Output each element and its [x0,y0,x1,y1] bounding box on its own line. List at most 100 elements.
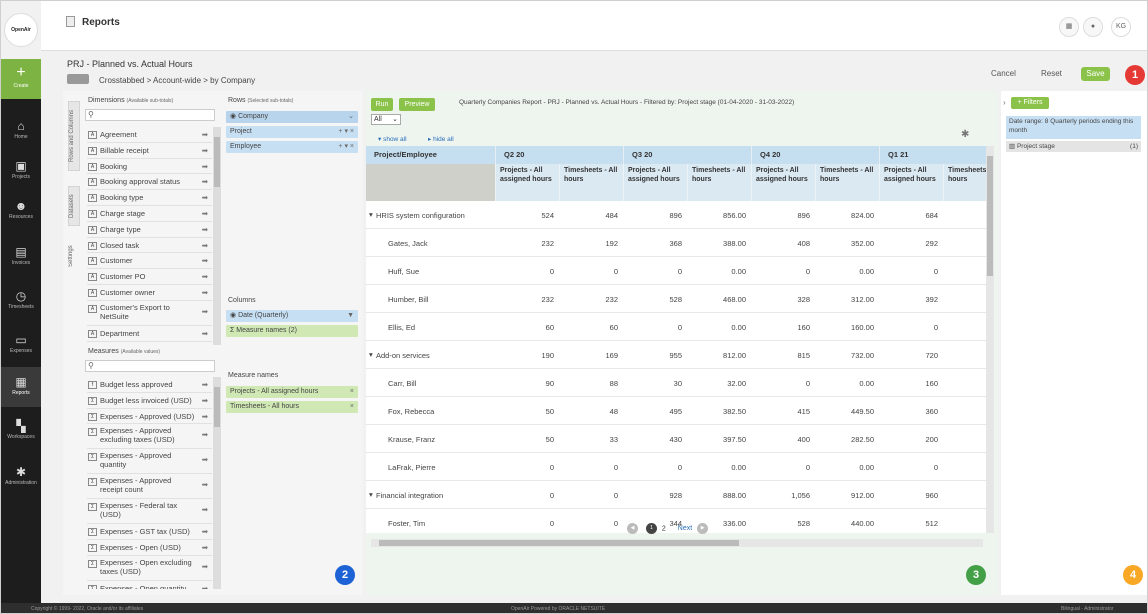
dimension-item[interactable]: A Booking type ➡ [87,190,212,206]
table-row[interactable]: Ellis, Ed 60 60 0 0.00 160 160.00 0 [366,313,986,341]
dimension-item[interactable]: A Charge stage ➡ [87,206,212,222]
dimension-item[interactable]: A Customer's Export to NetSuite ➡ [87,301,212,326]
arrow-right-icon[interactable]: ➡ [202,393,208,409]
dimension-item[interactable]: A Customer owner ➡ [87,285,212,301]
arrow-right-icon[interactable]: ➡ [202,190,208,206]
caret-down-icon[interactable]: ▾ [369,350,373,359]
arrow-right-icon[interactable]: ➡ [202,127,208,143]
row-actions-icon[interactable]: + ▾ × [338,141,354,153]
filters-button[interactable]: + Filters [1011,97,1049,109]
arrow-right-icon[interactable]: ➡ [202,206,208,222]
arrow-right-icon[interactable]: ➡ [202,307,208,316]
table-row[interactable]: Huff, Sue 0 0 0 0.00 0 0.00 0 [366,257,986,285]
reset-button[interactable]: Reset [1041,69,1062,78]
tab-settings[interactable]: Settings [68,239,80,273]
gear-icon[interactable]: ✱ [961,129,969,140]
logo[interactable]: OpenAir [1,1,41,59]
close-icon[interactable]: × [350,401,354,413]
table-row[interactable]: ▾ HRIS system configuration 524 484 896 856.… [366,201,986,229]
sidebar-item-expenses[interactable]: ▭ Expenses [1,325,41,365]
cancel-button[interactable]: Cancel [991,69,1016,78]
row-group-label[interactable]: Financial integration [376,491,443,500]
dimension-item[interactable]: A Customer PO ➡ [87,269,212,285]
column-pill-date[interactable]: ◉ Date (Quarterly) ▼ [226,310,358,322]
row-group-label[interactable]: HRIS system configuration [376,211,465,220]
dimension-item[interactable]: A Agreement ➡ [87,127,212,143]
sidebar-item-timesheets[interactable]: ◷ Timesheets [1,281,41,321]
arrow-right-icon[interactable]: ➡ [202,238,208,254]
measures-scrollbar[interactable] [213,377,221,589]
column-pill-measures[interactable]: Σ Measure names (2) [226,325,358,337]
page-2-link[interactable]: 2 [662,525,666,532]
row-pill-company[interactable]: ◉ Company ⌄ [226,111,358,123]
arrow-right-icon[interactable]: ➡ [202,540,208,556]
measure-item[interactable]: Σ Expenses - Approved quantity ➡ [87,449,212,475]
tab-datasets[interactable]: Datasets [68,186,80,226]
vertical-scrollbar[interactable] [986,146,994,533]
row-pill-employee[interactable]: Employee + ▾ × [226,141,358,153]
arrow-right-icon[interactable]: ➡ [202,430,208,439]
chevron-down-icon[interactable]: ⌄ [348,111,354,123]
arrow-right-icon[interactable]: ➡ [202,174,208,190]
table-row[interactable]: Gates, Jack 232 192 368 388.00 408 352.00 292 26 [366,229,986,257]
horizontal-scrollbar[interactable] [371,539,983,547]
arrow-right-icon[interactable]: ➡ [202,524,208,540]
preview-button[interactable]: Preview [399,98,435,111]
dimensions-search-input[interactable]: ⚲ [85,109,215,121]
run-button[interactable]: Run [371,98,393,111]
table-row[interactable]: Carr, Bill 90 88 30 32.00 0 0.00 160 16 [366,369,986,397]
page-1-button[interactable]: 1 [645,523,657,534]
arrow-right-icon[interactable]: ➡ [202,505,208,514]
dimension-item[interactable]: A Booking approval status ➡ [87,174,212,191]
sidebar-item-resources[interactable]: ☻ Resources [1,191,41,231]
chevron-right-icon[interactable]: › [1003,98,1006,107]
dimension-item[interactable]: A Charge type ➡ [87,222,212,238]
measure-item[interactable]: Σ Budget less invoiced (USD) ➡ [87,393,212,409]
measure-item[interactable]: Σ Expenses - Approved (USD) ➡ [87,409,212,425]
tab-rows-and-columns[interactable]: Rows and Columns [68,101,80,171]
create-button[interactable]: + Create [1,59,41,99]
sidebar-item-workspaces[interactable]: ▚ Workspaces [1,411,41,451]
lightbulb-icon[interactable]: ● [1083,17,1103,37]
table-row[interactable]: Humber, Bill 232 232 528 468.00 328 312.00 392 3… [366,285,986,313]
project-stage-filter[interactable]: ▥ Project stage (1) [1006,141,1141,152]
table-row[interactable]: ▾ Add-on services 190 169 955 812.00 815 732.0… [366,341,986,369]
sidebar-item-administration[interactable]: ✱ Administration [1,457,41,497]
row-pill-project[interactable]: Project + ▾ × [226,126,358,138]
arrow-right-icon[interactable]: ➡ [202,143,208,159]
user-avatar[interactable]: KG [1111,17,1131,37]
measure-item[interactable]: Σ Expenses - Open quantity ➡ [87,581,212,589]
arrow-right-icon[interactable]: ➡ [202,581,208,589]
row-actions-icon[interactable]: + ▾ × [338,126,354,138]
measure-item[interactable]: f Budget less approved ➡ [87,377,212,393]
measure-item[interactable]: Σ Expenses - Federal tax (USD) ➡ [87,499,212,525]
dimension-item[interactable]: A Booking ➡ [87,159,212,175]
show-all-link[interactable]: ▾ show all [378,135,407,143]
table-row[interactable]: Krause, Franz 50 33 430 397.50 400 282.50 200 25 [366,425,986,453]
caret-down-icon[interactable]: ▾ [369,210,373,219]
date-range-filter[interactable]: Date range: 8 Quarterly periods ending t… [1006,116,1141,139]
arrow-right-icon[interactable]: ➡ [202,409,208,425]
dimension-item[interactable]: A Customer ➡ [87,253,212,270]
arrow-right-icon[interactable]: ➡ [202,377,208,393]
table-row[interactable]: Fox, Rebecca 50 48 495 382.50 415 449.50 360 17 [366,397,986,425]
filter-icon[interactable]: ▼ [347,310,354,322]
dimension-item[interactable]: A Billable receipt ➡ [87,143,212,159]
measure-pill-projects[interactable]: Projects - All assigned hours × [226,386,358,398]
table-row[interactable]: ▾ Financial integration 0 0 928 888.00 1,056 9… [366,481,986,509]
caret-down-icon[interactable]: ▾ [369,490,373,499]
arrow-right-icon[interactable]: ➡ [202,285,208,301]
next-page-icon[interactable]: ▶ [697,523,709,534]
filter-dropdown[interactable]: All ⌄ [371,114,401,125]
sidebar-item-invoices[interactable]: ▤ Invoices [1,237,41,277]
measures-search-input[interactable]: ⚲ [85,360,215,372]
grid-icon[interactable]: ▦ [1059,17,1079,37]
save-button[interactable]: Save [1081,67,1110,81]
next-link[interactable]: Next [678,525,692,532]
arrow-right-icon[interactable]: ➡ [202,253,208,269]
measure-pill-timesheets[interactable]: Timesheets - All hours × [226,401,358,413]
arrow-right-icon[interactable]: ➡ [202,562,208,571]
measure-item[interactable]: Σ Expenses - GST tax (USD) ➡ [87,524,212,541]
measure-item[interactable]: Σ Expenses - Approved receipt count ➡ [87,474,212,500]
report-type-select[interactable] [67,74,89,84]
